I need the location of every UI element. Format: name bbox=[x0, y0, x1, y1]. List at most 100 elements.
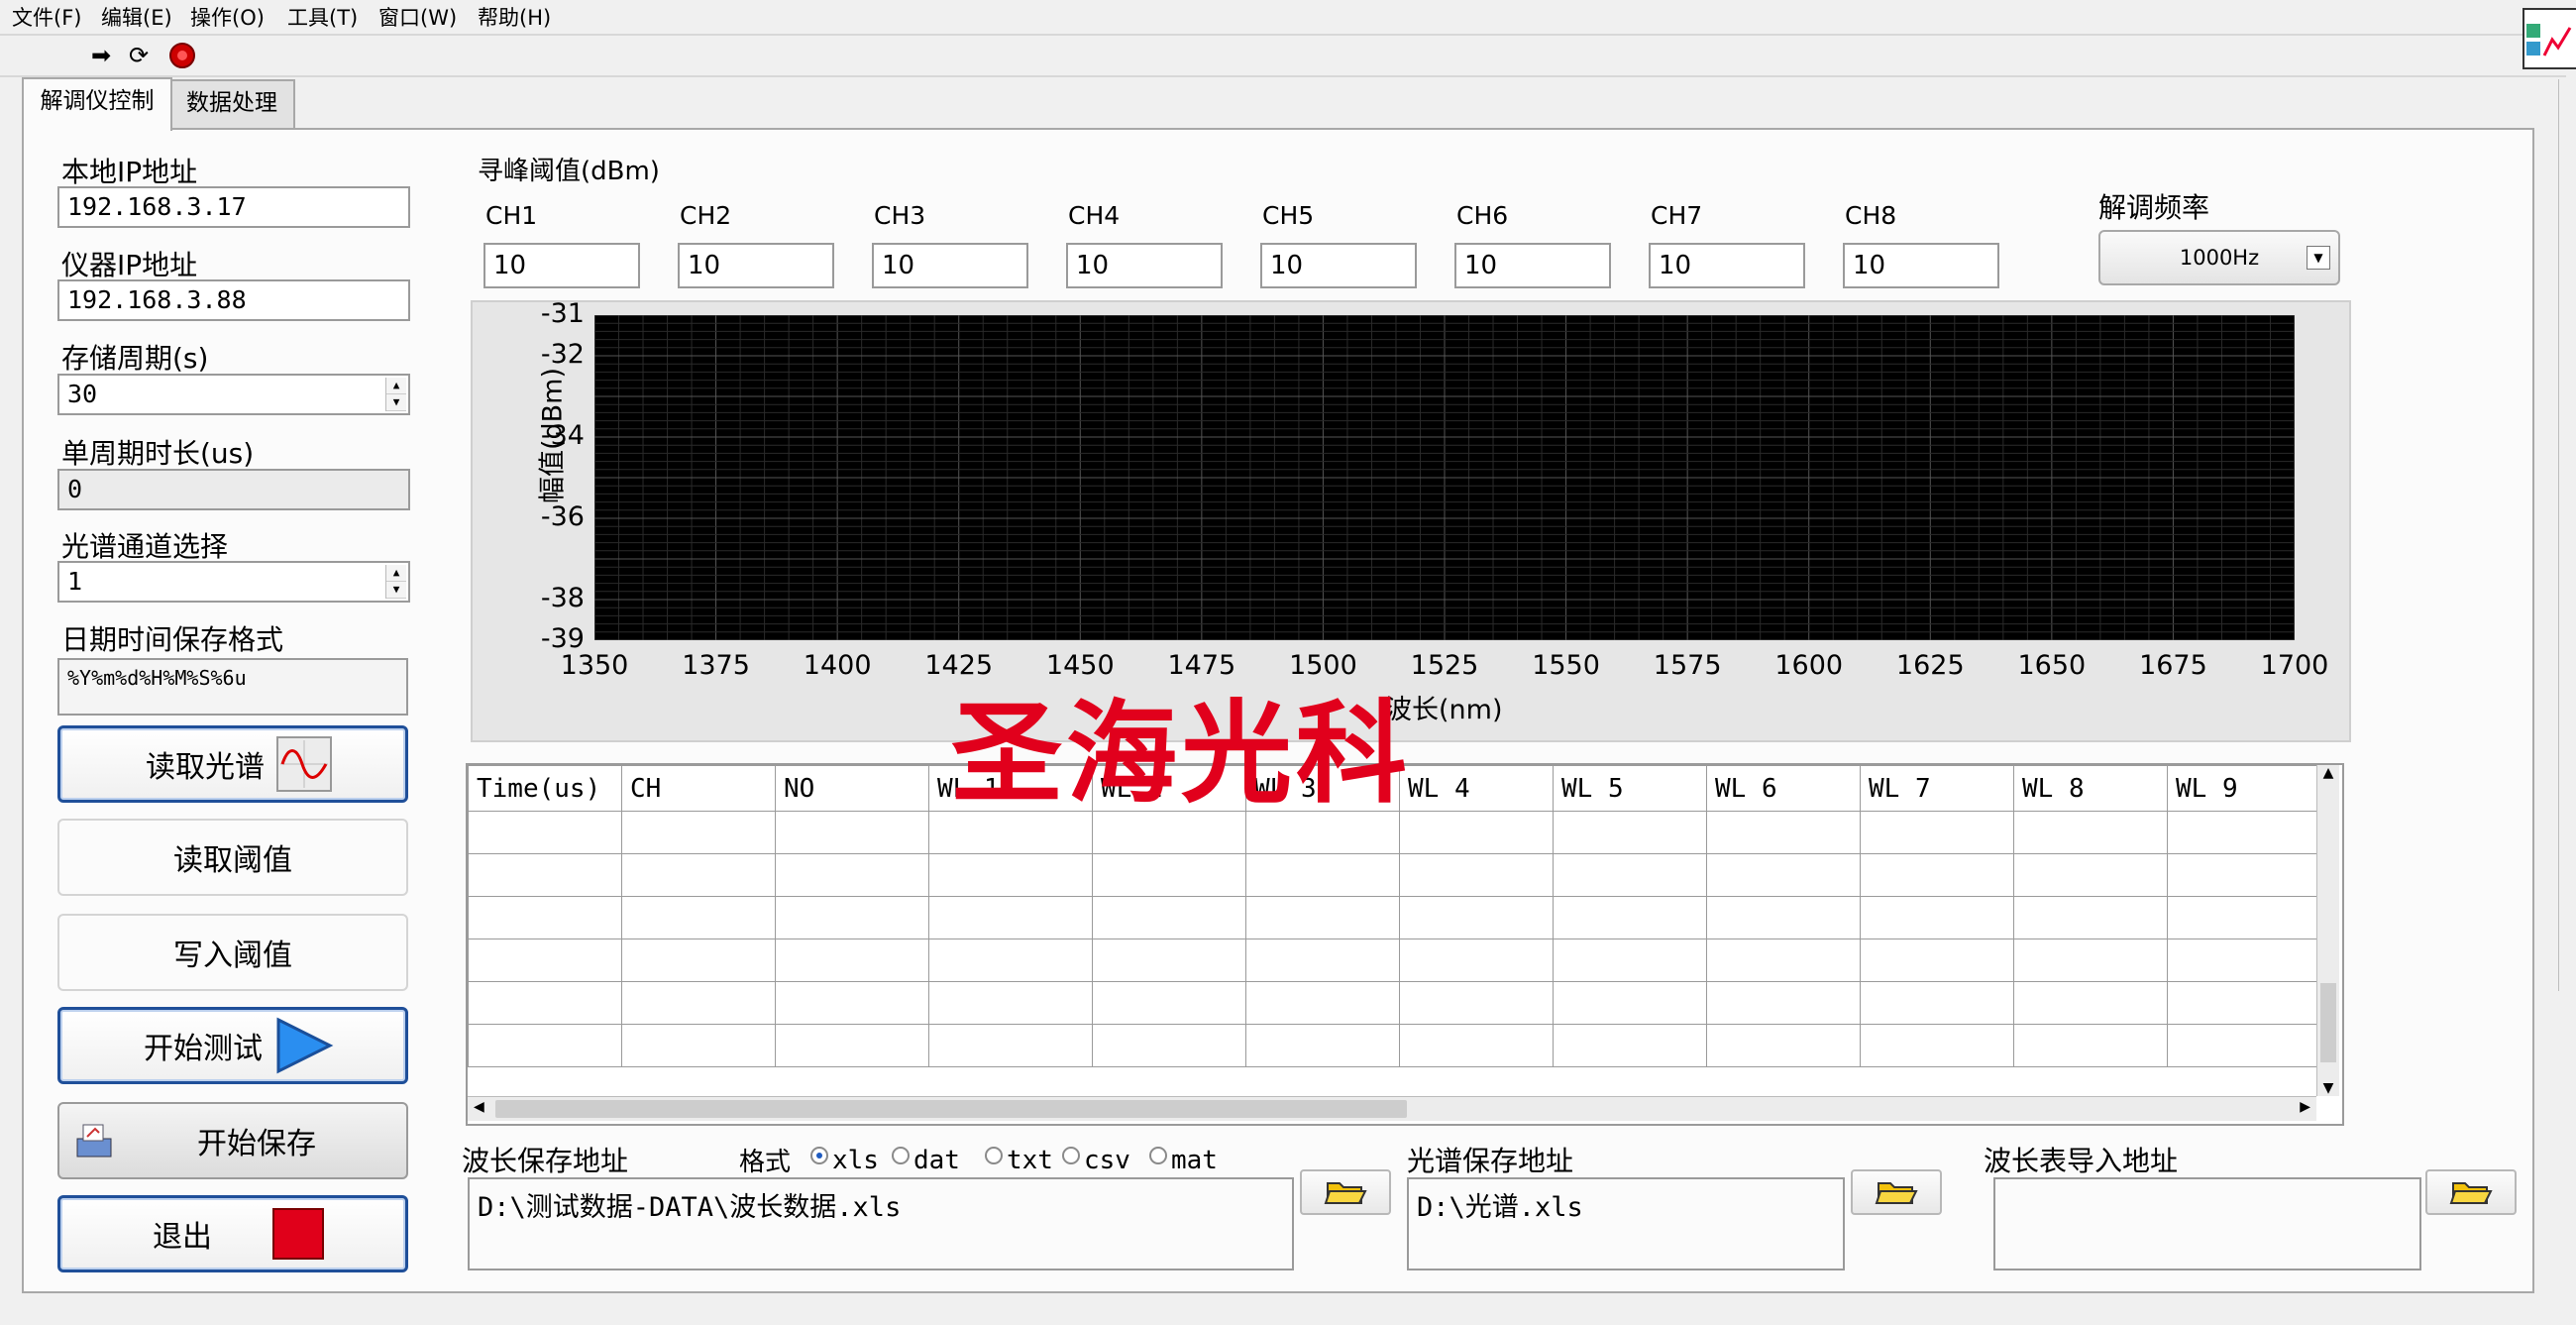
table-cell[interactable] bbox=[621, 1024, 776, 1067]
tab-data-processing[interactable]: 数据处理 bbox=[168, 79, 295, 129]
table-cell[interactable] bbox=[2013, 811, 2168, 854]
table-cell[interactable] bbox=[2013, 896, 2168, 939]
scroll-right-icon[interactable]: ▶ bbox=[2300, 1099, 2310, 1115]
threshold-ch4-input[interactable]: 10 bbox=[1066, 243, 1223, 288]
table-cell[interactable] bbox=[468, 811, 622, 854]
table-cell[interactable] bbox=[621, 896, 776, 939]
menu-edit[interactable]: 编辑(E) bbox=[101, 2, 172, 32]
table-cell[interactable] bbox=[775, 1024, 929, 1067]
table-cell[interactable] bbox=[1553, 981, 1707, 1025]
table-cell[interactable] bbox=[1706, 896, 1861, 939]
scroll-down-icon[interactable]: ▼ bbox=[2317, 1080, 2339, 1096]
table-cell[interactable] bbox=[1553, 853, 1707, 897]
table-cell[interactable] bbox=[1092, 896, 1246, 939]
table-row[interactable] bbox=[468, 1024, 2317, 1067]
format-radio-dat[interactable] bbox=[892, 1147, 910, 1164]
table-cell[interactable] bbox=[2013, 1024, 2168, 1067]
table-cell[interactable] bbox=[1399, 811, 1554, 854]
channel-select-input[interactable]: 1 ▲ ▼ bbox=[57, 561, 410, 603]
format-radio-csv[interactable] bbox=[1062, 1147, 1080, 1164]
table-cell[interactable] bbox=[1399, 939, 1554, 982]
table-cell[interactable] bbox=[1860, 811, 2014, 854]
scroll-up-icon[interactable]: ▲ bbox=[2317, 765, 2339, 781]
menu-file[interactable]: 文件(F) bbox=[12, 2, 81, 32]
table-cell[interactable] bbox=[1860, 1024, 2014, 1067]
threshold-ch5-input[interactable]: 10 bbox=[1260, 243, 1417, 288]
table-cell[interactable] bbox=[468, 981, 622, 1025]
table-cell[interactable] bbox=[621, 811, 776, 854]
table-vscroll-thumb[interactable] bbox=[2320, 983, 2336, 1062]
table-cell[interactable] bbox=[1553, 896, 1707, 939]
table-cell[interactable] bbox=[1706, 939, 1861, 982]
table-cell[interactable] bbox=[1706, 853, 1861, 897]
table-cell[interactable] bbox=[1399, 981, 1554, 1025]
table-cell[interactable] bbox=[1860, 896, 2014, 939]
table-row[interactable] bbox=[468, 896, 2317, 939]
table-horizontal-scrollbar[interactable]: ◀ ▶ bbox=[468, 1096, 2316, 1121]
table-cell[interactable] bbox=[928, 1024, 1093, 1067]
table-row[interactable] bbox=[468, 981, 2317, 1025]
chevron-down-icon[interactable]: ▼ bbox=[2307, 246, 2330, 270]
run-arrow-icon[interactable]: ➡ bbox=[87, 42, 115, 69]
table-cell[interactable] bbox=[1399, 1024, 1554, 1067]
format-radio-txt[interactable] bbox=[985, 1147, 1003, 1164]
read-threshold-button[interactable]: 读取阈值 bbox=[57, 819, 408, 896]
wl-save-path-input[interactable]: D:\测试数据-DATA\波长数据.xls bbox=[468, 1177, 1294, 1270]
spectrum-plot-area[interactable] bbox=[594, 315, 2295, 640]
read-spectrum-button[interactable]: 读取光谱 bbox=[57, 725, 408, 803]
exit-button[interactable]: 退出 bbox=[57, 1195, 408, 1272]
threshold-ch3-input[interactable]: 10 bbox=[872, 243, 1028, 288]
table-hscroll-thumb[interactable] bbox=[495, 1100, 1407, 1118]
table-cell[interactable] bbox=[1860, 853, 2014, 897]
table-cell[interactable] bbox=[775, 939, 929, 982]
table-cell[interactable] bbox=[1092, 853, 1246, 897]
table-cell[interactable] bbox=[928, 939, 1093, 982]
device-ip-input[interactable]: 192.168.3.88 bbox=[57, 279, 410, 321]
table-cell[interactable] bbox=[928, 981, 1093, 1025]
window-vertical-scrollbar[interactable] bbox=[2558, 79, 2576, 991]
threshold-ch7-input[interactable]: 10 bbox=[1649, 243, 1805, 288]
table-cell[interactable] bbox=[621, 853, 776, 897]
table-cell[interactable] bbox=[1245, 853, 1400, 897]
datetime-format-input[interactable]: %Y%m%d%H%M%S%6u bbox=[57, 658, 408, 716]
table-cell[interactable] bbox=[1245, 1024, 1400, 1067]
table-row[interactable] bbox=[468, 939, 2317, 982]
table-cell[interactable] bbox=[621, 981, 776, 1025]
table-cell[interactable] bbox=[1092, 1024, 1246, 1067]
table-cell[interactable] bbox=[1860, 939, 2014, 982]
table-row[interactable] bbox=[468, 853, 2317, 897]
table-cell[interactable] bbox=[621, 939, 776, 982]
demod-rate-select[interactable]: 1000Hz ▼ bbox=[2098, 230, 2340, 285]
table-cell[interactable] bbox=[1245, 896, 1400, 939]
table-cell[interactable] bbox=[775, 981, 929, 1025]
table-cell[interactable] bbox=[2167, 939, 2317, 982]
table-cell[interactable] bbox=[2167, 811, 2317, 854]
table-cell[interactable] bbox=[1553, 1024, 1707, 1067]
table-cell[interactable] bbox=[1399, 853, 1554, 897]
table-cell[interactable] bbox=[1706, 1024, 1861, 1067]
wl-save-browse-button[interactable] bbox=[1300, 1169, 1391, 1215]
store-period-stepper[interactable]: ▲ ▼ bbox=[385, 378, 406, 411]
channel-select-stepper[interactable]: ▲ ▼ bbox=[385, 565, 406, 599]
abort-stop-icon[interactable] bbox=[168, 42, 196, 69]
table-cell[interactable] bbox=[2013, 853, 2168, 897]
table-cell[interactable] bbox=[1553, 811, 1707, 854]
table-cell[interactable] bbox=[1706, 811, 1861, 854]
write-threshold-button[interactable]: 写入阈值 bbox=[57, 914, 408, 991]
table-cell[interactable] bbox=[1092, 981, 1246, 1025]
table-cell[interactable] bbox=[775, 896, 929, 939]
menu-operate[interactable]: 操作(O) bbox=[190, 2, 265, 32]
threshold-ch8-input[interactable]: 10 bbox=[1843, 243, 1999, 288]
table-cell[interactable] bbox=[2167, 896, 2317, 939]
table-cell[interactable] bbox=[928, 896, 1093, 939]
table-cell[interactable] bbox=[468, 853, 622, 897]
table-cell[interactable] bbox=[2167, 1024, 2317, 1067]
local-ip-input[interactable]: 192.168.3.17 bbox=[57, 186, 410, 228]
threshold-ch6-input[interactable]: 10 bbox=[1454, 243, 1611, 288]
table-cell[interactable] bbox=[1245, 939, 1400, 982]
threshold-ch2-input[interactable]: 10 bbox=[678, 243, 834, 288]
table-cell[interactable] bbox=[1092, 939, 1246, 982]
table-cell[interactable] bbox=[468, 939, 622, 982]
wl-import-browse-button[interactable] bbox=[2425, 1169, 2517, 1215]
table-cell[interactable] bbox=[468, 1024, 622, 1067]
